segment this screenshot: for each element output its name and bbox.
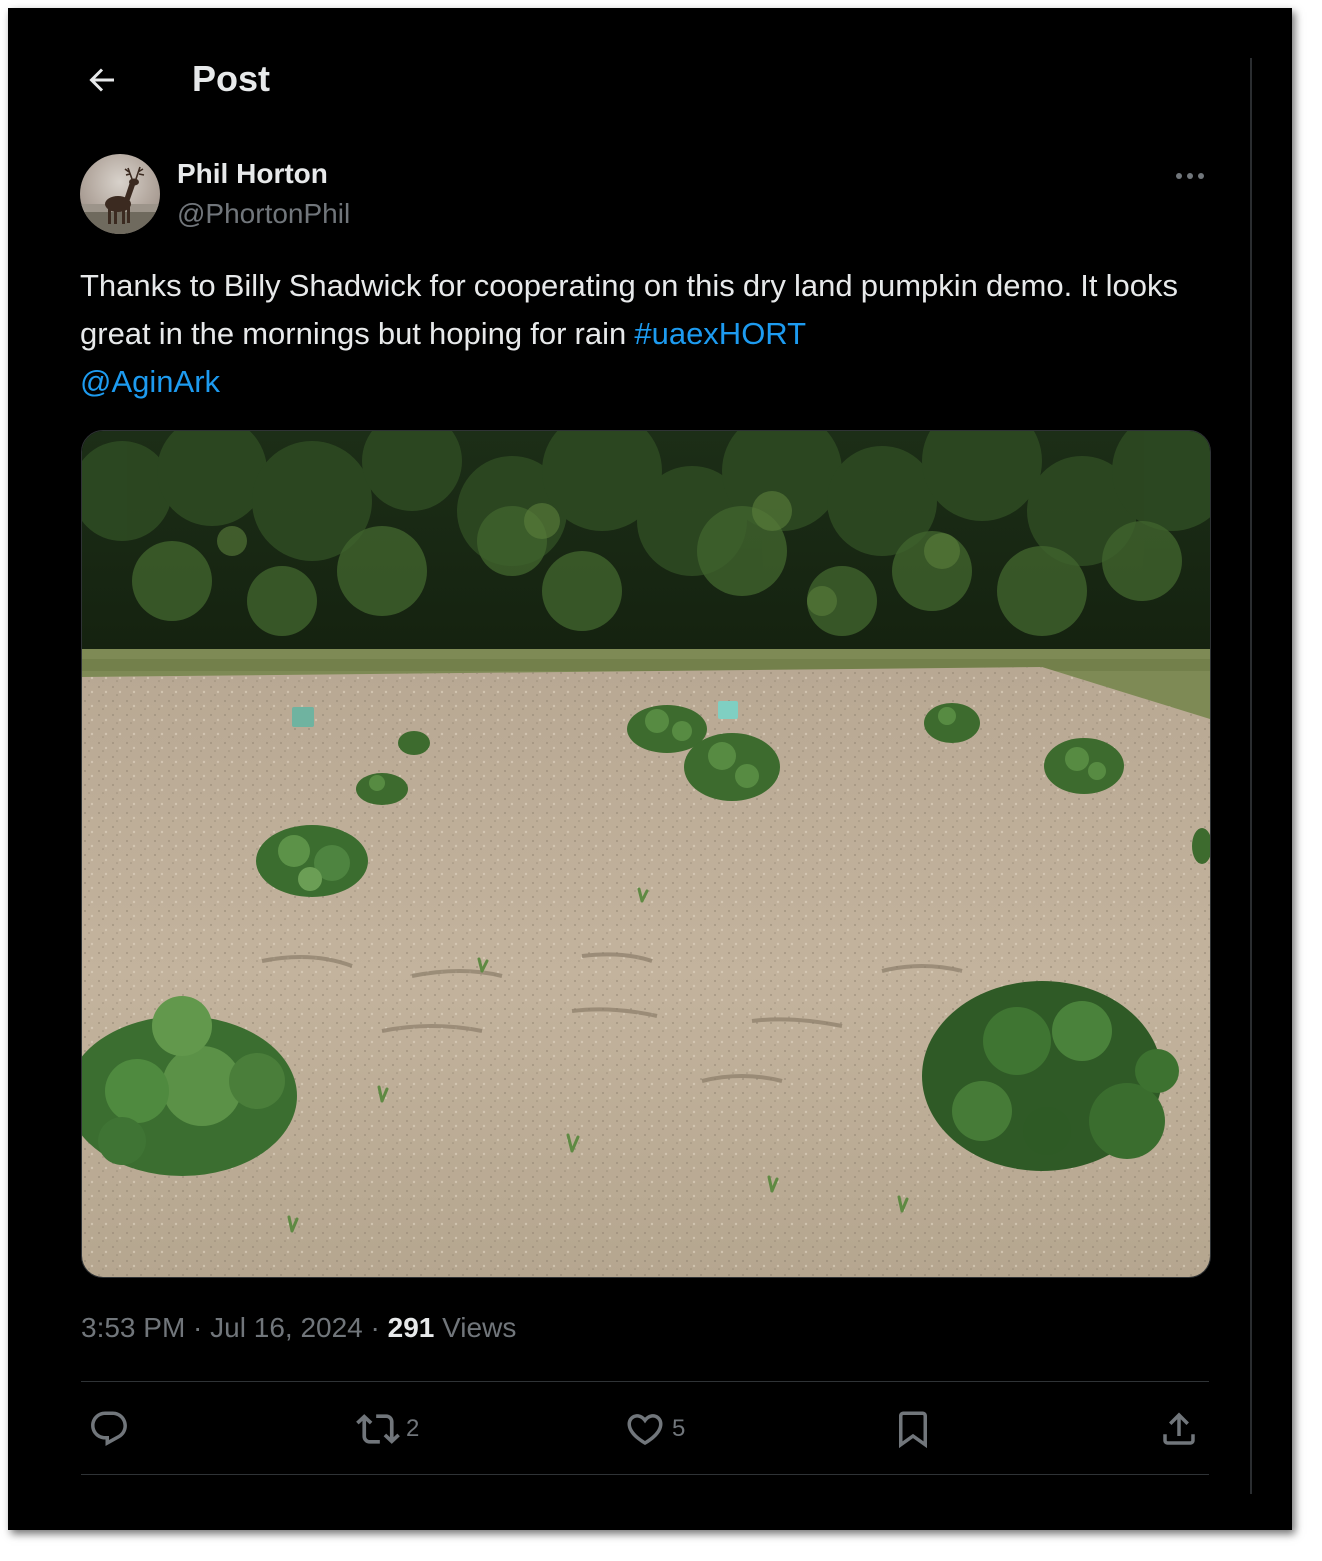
avatar[interactable] xyxy=(80,154,160,234)
page-title: Post xyxy=(192,58,271,99)
post-time[interactable]: 3:53 PM xyxy=(81,1312,185,1343)
tweet-text: Thanks to Billy Shadwick for cooperating… xyxy=(80,262,1200,406)
column-border xyxy=(1250,58,1252,1494)
views-count: 291 xyxy=(387,1312,435,1343)
retweet-icon xyxy=(356,1414,400,1444)
retweet-button[interactable]: 2 xyxy=(356,1404,419,1454)
heart-icon xyxy=(627,1414,663,1446)
more-horizontal-icon xyxy=(1176,173,1204,179)
reply-icon xyxy=(91,1411,127,1446)
views-label: Views xyxy=(434,1312,517,1343)
more-options-button[interactable] xyxy=(1168,160,1212,192)
divider-bottom xyxy=(81,1474,1209,1475)
share-button[interactable] xyxy=(1158,1404,1200,1454)
meta-separator: · xyxy=(362,1312,388,1343)
like-count: 5 xyxy=(672,1415,686,1442)
back-button[interactable] xyxy=(82,60,122,100)
pumpkin-field-photo xyxy=(82,431,1210,1277)
share-icon xyxy=(1163,1412,1195,1445)
tweet-body: Thanks to Billy Shadwick for cooperating… xyxy=(80,268,1178,351)
retweet-count: 2 xyxy=(406,1415,420,1442)
divider-top xyxy=(81,1381,1209,1382)
post-date[interactable]: Jul 16, 2024 xyxy=(210,1312,363,1343)
tweet-photo[interactable] xyxy=(81,430,1211,1278)
mention-link[interactable]: @AginArk xyxy=(80,364,220,399)
author-handle[interactable]: @PhortonPhil xyxy=(177,196,350,232)
like-button[interactable]: 5 xyxy=(624,1404,685,1454)
hashtag-link[interactable]: #uaexHORT xyxy=(634,316,806,351)
author-display-name[interactable]: Phil Horton xyxy=(177,156,328,192)
reply-button[interactable] xyxy=(88,1404,136,1454)
post-meta: 3:53 PM · Jul 16, 2024 · 291 Views xyxy=(81,1308,516,1348)
arrow-left-icon xyxy=(89,68,114,92)
meta-separator: · xyxy=(185,1312,211,1343)
deer-avatar xyxy=(80,166,160,234)
bookmark-button[interactable] xyxy=(892,1404,934,1454)
bookmark-icon xyxy=(899,1411,927,1449)
